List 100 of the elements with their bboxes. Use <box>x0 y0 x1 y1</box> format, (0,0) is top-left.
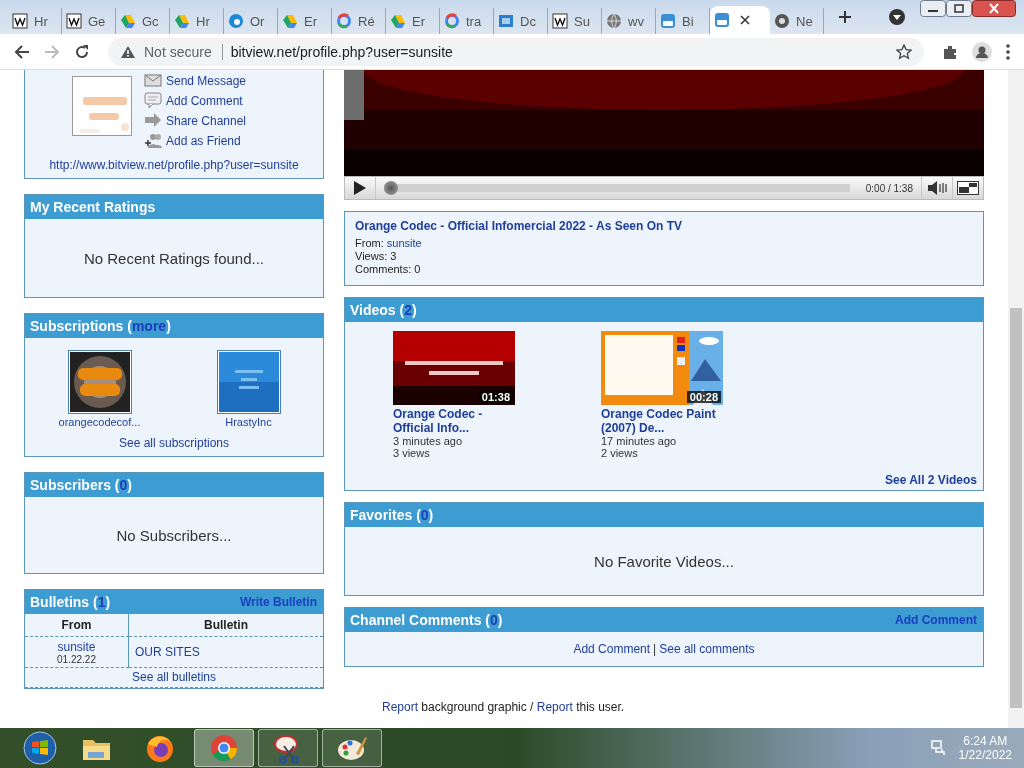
empty-message: No Subscribers... <box>116 526 232 544</box>
column-header: Bulletin <box>129 614 323 637</box>
tab-title: Hr <box>196 13 210 29</box>
document-icon <box>66 13 82 29</box>
video-thumbnail[interactable]: 00:28 <box>601 331 723 405</box>
menu-icon[interactable] <box>1006 43 1010 60</box>
screen-icon <box>957 181 979 195</box>
comments-text: Comments: 0 <box>355 263 422 275</box>
author-link[interactable]: sunsite <box>57 639 96 654</box>
tab-title: Ré <box>358 13 375 29</box>
close-icon[interactable] <box>972 0 1016 17</box>
address-bar[interactable]: Not secure bitview.net/profile.php?user=sunsite <box>108 37 924 66</box>
puzzle-icon[interactable] <box>942 43 958 60</box>
date-text: 01.22.22 <box>57 653 96 665</box>
tab-title: Ne <box>796 13 813 29</box>
close-icon[interactable] <box>740 15 750 25</box>
dropdown-icon[interactable] <box>888 8 906 26</box>
tv-icon <box>660 13 676 29</box>
taskbar-button[interactable] <box>322 729 382 767</box>
globe-icon <box>606 13 622 29</box>
scrollbar-thumb[interactable] <box>1010 308 1022 708</box>
triangle-icon <box>174 13 190 29</box>
security-label[interactable]: Not secure <box>144 43 223 60</box>
tab-title: Dc <box>520 13 536 29</box>
speech-bubble-icon <box>143 92 162 109</box>
taskbar-button[interactable] <box>258 729 318 767</box>
upload-age: 17 minutes ago <box>601 435 678 447</box>
reload-icon[interactable] <box>74 43 90 60</box>
bulletin-link[interactable]: OUR SITES <box>135 645 323 659</box>
ring-icon <box>336 13 352 29</box>
channel-thumbnail[interactable] <box>67 350 132 414</box>
star-icon[interactable] <box>896 43 912 60</box>
tab-title: wv <box>628 13 644 29</box>
see-all-link[interactable]: See all subscriptions <box>118 436 230 450</box>
action-link[interactable]: Send Message <box>165 73 247 88</box>
section-title: Bulletins (1) <box>30 594 111 610</box>
upload-age: 3 minutes ago <box>393 435 464 447</box>
warning-icon <box>120 44 136 59</box>
view-count: 3 views <box>393 447 431 459</box>
channel-link[interactable]: HrastyInc <box>225 416 272 428</box>
section-title: Subscriptions (more) <box>30 318 171 334</box>
report-link[interactable]: Report <box>536 700 573 714</box>
from-label: From: <box>355 237 385 249</box>
restore-icon[interactable] <box>946 0 972 17</box>
ring-icon <box>444 13 460 29</box>
avatar-frame[interactable] <box>71 76 132 136</box>
profile-url-link[interactable]: http://www.bitview.net/profile.php?user=sunsite <box>49 158 299 172</box>
progress-track[interactable] <box>384 181 850 195</box>
tab-title: Bi <box>682 13 694 29</box>
tab-title: tra <box>466 13 482 29</box>
tab-title: Er <box>412 13 425 29</box>
view-count: 2 views <box>601 447 639 459</box>
user-link[interactable]: sunsite <box>386 237 422 249</box>
duration-badge: 00:28 <box>686 391 721 403</box>
video-thumbnail[interactable]: 01:38 <box>393 331 515 405</box>
tab-title: Er <box>304 13 317 29</box>
tab-title: Gc <box>142 13 159 29</box>
envelope-icon <box>143 72 162 89</box>
start-button[interactable] <box>20 730 60 766</box>
see-all-link[interactable]: See All 2 Videos <box>884 473 977 487</box>
channel-thumbnail[interactable] <box>216 350 281 414</box>
speaker-icon <box>927 181 947 195</box>
section-title: Channel Comments (0) <box>350 612 503 628</box>
progress-handle[interactable] <box>384 181 398 195</box>
tab-title: Hr <box>34 13 48 29</box>
channel-link[interactable]: orangecodecof... <box>58 416 141 428</box>
time-display: 0:00 / 1:38 <box>865 182 913 194</box>
document-icon <box>552 13 568 29</box>
plus-icon[interactable] <box>838 10 852 24</box>
action-link[interactable]: Share Channel <box>165 113 247 128</box>
back-icon[interactable] <box>14 43 30 60</box>
square-icon <box>498 13 514 29</box>
section-title: My Recent Ratings <box>30 199 156 215</box>
url-text[interactable]: bitview.net/profile.php?user=sunsite <box>230 43 453 60</box>
video-title-link[interactable]: Orange Codec - Official Info... <box>393 407 515 435</box>
comment-link[interactable]: Add Comment <box>573 642 651 656</box>
action-link[interactable]: Add Comment <box>165 93 243 108</box>
minimize-icon[interactable] <box>920 0 946 17</box>
video-title-link[interactable]: Orange Codec - Official Infomercial 2022 - As Seen On TV <box>355 219 973 233</box>
triangle-icon <box>120 13 136 29</box>
separator: | <box>653 642 657 656</box>
column-header: From <box>25 614 129 637</box>
tab-title: Ge <box>88 13 106 29</box>
comment-link[interactable]: See all comments <box>659 642 755 656</box>
clock-time: 6:24 AM <box>963 734 1008 748</box>
duration-badge: 01:38 <box>478 391 513 403</box>
report-link[interactable]: Report <box>382 700 419 714</box>
scrollbar[interactable] <box>1008 70 1024 728</box>
see-all-link[interactable]: See all bulletins <box>131 670 217 684</box>
section-title: Subscribers (0) <box>30 477 132 493</box>
empty-message: No Favorite Videos... <box>594 552 734 570</box>
people-icon <box>143 132 162 149</box>
clock-date: 1/22/2022 <box>958 748 1012 762</box>
tab-title: Or <box>250 13 265 29</box>
footer-note: Report background graphic / Report this user. <box>382 700 626 714</box>
profile-icon[interactable] <box>972 41 992 62</box>
document-icon <box>12 13 28 29</box>
action-link[interactable]: Add as Friend <box>165 133 241 148</box>
video-title-link[interactable]: Orange Codec Paint (2007) De... <box>601 407 723 435</box>
views-text: Views: 3 <box>355 250 398 262</box>
